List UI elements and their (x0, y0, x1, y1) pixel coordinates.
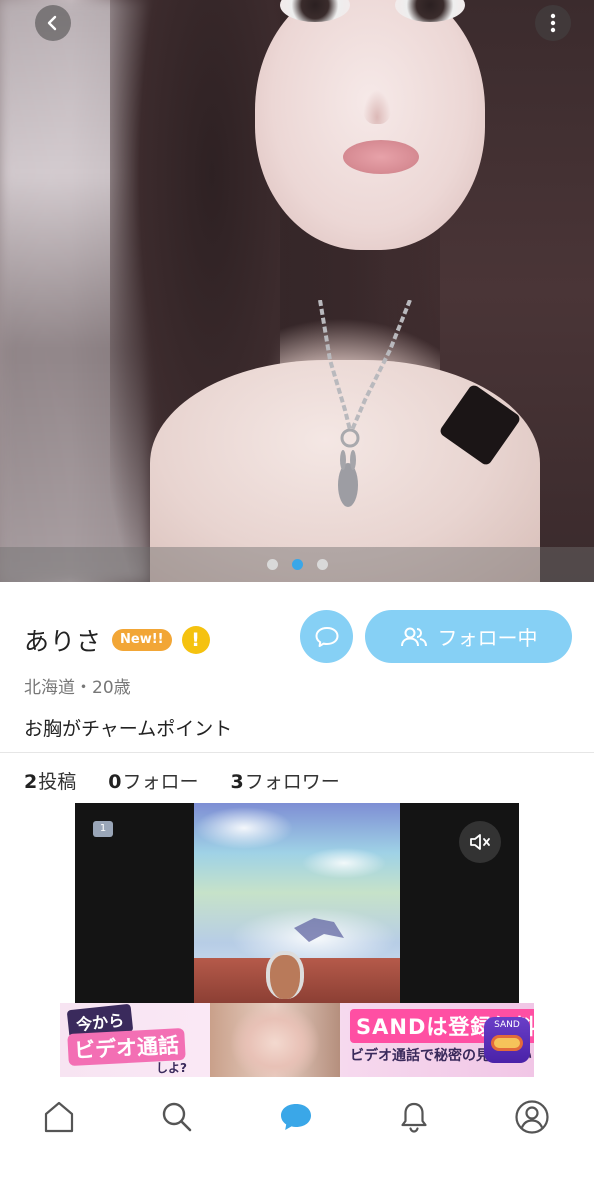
warning-icon[interactable]: ! (181, 626, 210, 654)
mute-button[interactable] (459, 821, 501, 863)
ad-info-icon[interactable]: 1 (93, 821, 113, 837)
volume-mute-icon (470, 834, 490, 850)
chat-icon (281, 1104, 311, 1130)
video-frame (194, 803, 400, 1003)
photo-nose (363, 90, 391, 124)
profile-icon (515, 1100, 549, 1134)
profile-photo-carousel[interactable] (0, 0, 594, 582)
profile-stats: 2投稿 0フォロー 3フォロワー (24, 767, 340, 794)
following-count: 0 (108, 771, 122, 793)
posts-count: 2 (24, 771, 38, 793)
location-age: 北海道・20歳 (24, 678, 131, 698)
stat-following[interactable]: 0フォロー (108, 767, 198, 794)
photo-lips (343, 140, 419, 174)
followers-label: フォロワー (244, 771, 340, 793)
message-button[interactable] (300, 610, 353, 663)
video-ad[interactable]: 1 (75, 803, 519, 1003)
banner-copy: 今から ビデオ通話 しよ? (66, 1003, 216, 1075)
carousel-dot[interactable] (316, 559, 328, 570)
following-stat-label: フォロー (122, 771, 199, 793)
more-vertical-icon (550, 13, 556, 33)
speech-bubble-icon (315, 626, 338, 647)
nav-chat[interactable] (276, 1097, 316, 1137)
nav-notifications[interactable] (394, 1097, 434, 1137)
profile-name: ありさ (24, 627, 103, 656)
banner-text-3: しよ? (156, 1061, 187, 1075)
profile-bio: お胸がチャームポイント (24, 718, 233, 740)
banner-image (210, 1003, 340, 1077)
carousel-dot[interactable] (266, 559, 278, 570)
chevron-left-icon (47, 15, 57, 31)
posts-label: 投稿 (38, 771, 77, 793)
nav-profile[interactable] (512, 1097, 552, 1137)
search-icon (162, 1102, 192, 1132)
hotdog-icon (491, 1035, 523, 1051)
stat-followers[interactable]: 3フォロワー (231, 767, 340, 794)
nav-search[interactable] (157, 1097, 197, 1137)
bell-icon (401, 1102, 427, 1133)
photo-eye-left (280, 0, 350, 22)
photo-necklace (318, 300, 412, 507)
name-row: ありさ New!! ! (24, 622, 210, 658)
banner-ad[interactable]: 今から ビデオ通話 しよ? SANDは登録無料 ビデオ通話で秘密の見せ合い SA… (60, 1003, 534, 1077)
followers-count: 3 (230, 771, 244, 793)
following-label: フォロー中 (437, 626, 538, 650)
video-figure (294, 918, 344, 942)
carousel-dot-active[interactable] (291, 559, 303, 570)
nav-home[interactable] (39, 1097, 79, 1137)
photo-face (255, 0, 485, 250)
new-badge: New!! (112, 629, 172, 651)
users-icon (400, 627, 427, 646)
divider (0, 752, 594, 753)
back-button[interactable] (35, 5, 71, 41)
following-button[interactable]: フォロー中 (365, 610, 572, 663)
carousel-indicator (0, 547, 594, 582)
more-options-button[interactable] (535, 5, 571, 41)
home-icon (44, 1101, 74, 1133)
logo-text: SAND (494, 1020, 520, 1030)
stat-posts[interactable]: 2投稿 (24, 767, 76, 794)
bottom-navigation (0, 1077, 594, 1200)
video-person (266, 951, 304, 999)
sand-app-logo: SAND (484, 1017, 530, 1063)
